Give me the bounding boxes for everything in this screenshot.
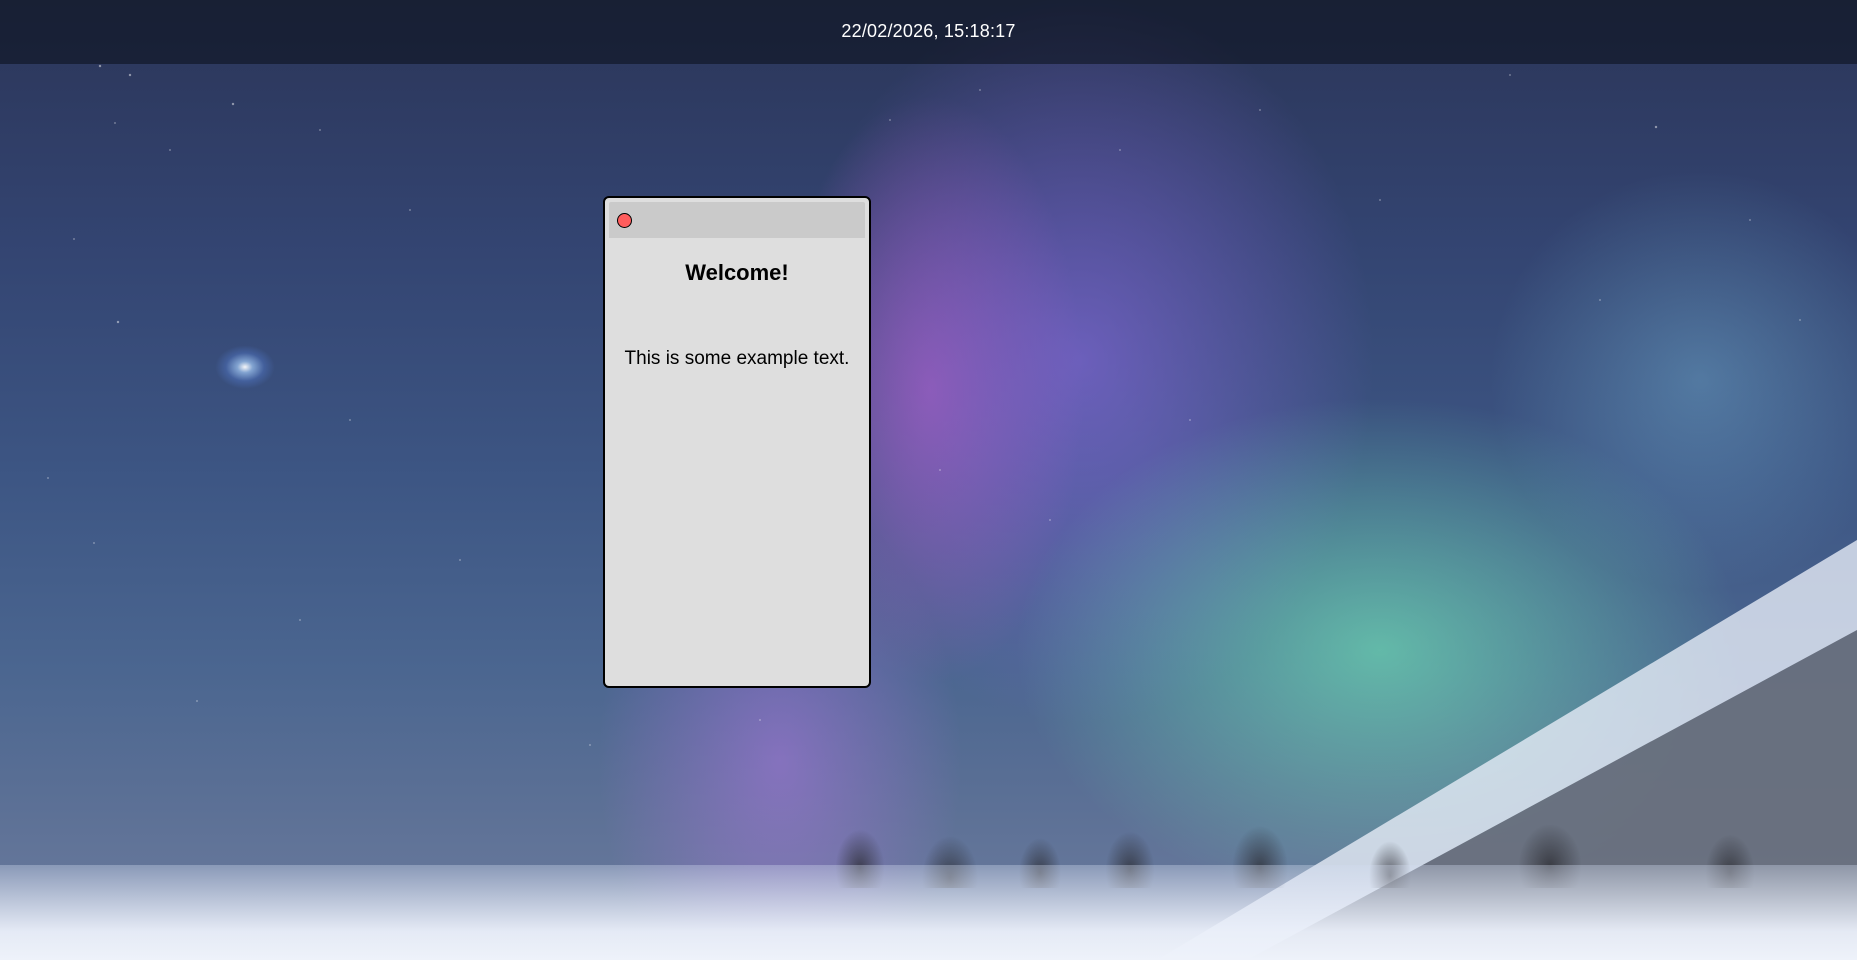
- window-title: Welcome!: [685, 260, 789, 285]
- window-body-text: This is some example text.: [624, 348, 850, 369]
- window-content: Welcome! This is some example text.: [605, 258, 869, 372]
- close-icon[interactable]: [617, 212, 632, 228]
- desktop-wallpaper: [0, 0, 1857, 960]
- snow-ground: [0, 865, 1857, 960]
- clock: 22/02/2026, 15:18:17: [841, 20, 1016, 41]
- window-titlebar[interactable]: [609, 202, 865, 238]
- welcome-window[interactable]: Welcome! This is some example text.: [603, 196, 871, 688]
- galaxy: [215, 345, 275, 389]
- top-bar: 22/02/2026, 15:18:17: [0, 0, 1857, 64]
